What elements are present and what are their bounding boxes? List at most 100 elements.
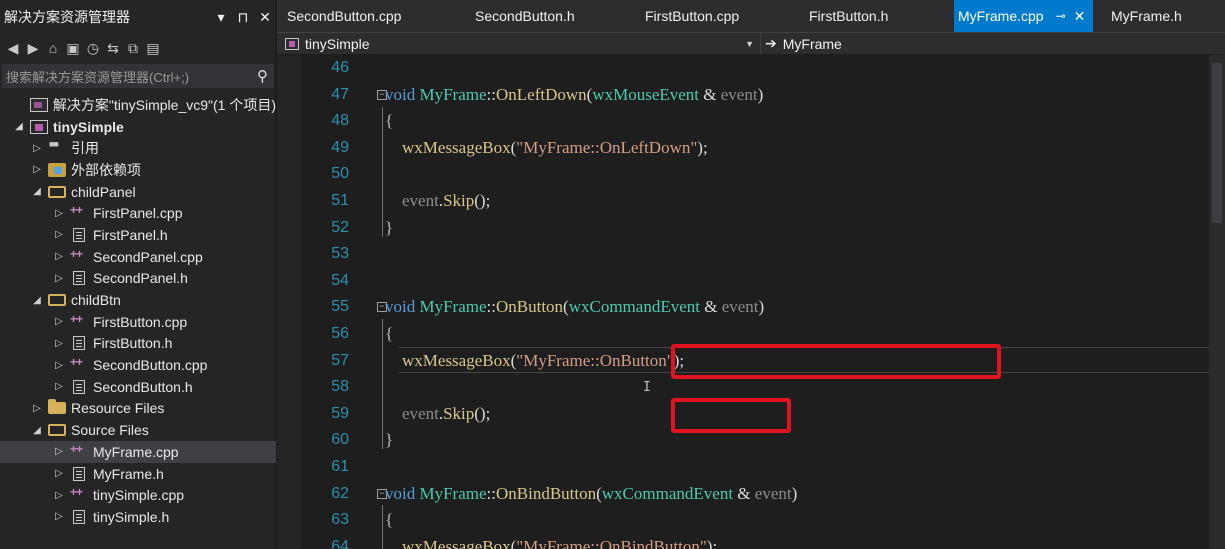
- code-text: void MyFrame::OnButton(wxCommandEvent & …: [385, 297, 764, 317]
- tree-item-label: childPanel: [71, 183, 136, 200]
- home-icon[interactable]: ⌂: [46, 40, 60, 56]
- expanded-arrow-icon[interactable]: ◢: [30, 425, 44, 436]
- tree-item[interactable]: ▷ 外部依赖项: [0, 159, 276, 181]
- tree-item[interactable]: ▷ FirstPanel.h: [0, 224, 276, 246]
- tree-item[interactable]: ▷ SecondButton.h: [0, 376, 276, 398]
- tree-item-label: SecondPanel.h: [93, 270, 188, 287]
- collapse-all-icon[interactable]: ⧉: [126, 40, 140, 57]
- line-number: 59: [331, 404, 349, 422]
- tree-item[interactable]: 解决方案"tinySimple_vc9"(1 个项目): [0, 94, 276, 116]
- code-text: {: [385, 111, 393, 131]
- collapsed-arrow-icon[interactable]: ▷: [52, 273, 66, 284]
- collapsed-arrow-icon[interactable]: ▷: [30, 164, 44, 175]
- navigation-bar: tinySimple ▼ ➔ MyFrame: [277, 32, 1225, 54]
- collapsed-arrow-icon[interactable]: ▷: [52, 468, 66, 479]
- code-text-area[interactable]: I 46 47− void MyFrame::OnLeftDown(wxMouseE…: [301, 55, 1225, 549]
- filter-folder-icon: [48, 294, 66, 307]
- code-token: OnBindButton: [495, 483, 597, 503]
- collapsed-arrow-icon[interactable]: ▷: [52, 251, 66, 262]
- code-text: void MyFrame::OnLeftDown(wxMouseEvent & …: [385, 85, 763, 105]
- scope-dropdown[interactable]: ➔ MyFrame: [765, 33, 1221, 54]
- tab-firstbutton-cpp[interactable]: FirstButton.cpp: [645, 0, 739, 32]
- pin-tab-icon[interactable]: ⊸: [1056, 9, 1066, 23]
- close-tab-icon[interactable]: ✕: [1074, 8, 1086, 25]
- tree-item[interactable]: ▷ MyFrame.h: [0, 463, 276, 485]
- tree-item[interactable]: ◢ tinySimple: [0, 116, 276, 138]
- expanded-arrow-icon[interactable]: ◢: [12, 121, 26, 132]
- auto-hide-pin-icon[interactable]: ⊓: [232, 9, 254, 26]
- tree-item-label: childBtn: [71, 292, 121, 309]
- window-position-dropdown-icon[interactable]: ▾: [210, 9, 232, 26]
- tree-item-label: 解决方案"tinySimple_vc9"(1 个项目): [52, 96, 276, 113]
- annotation-box-messagebox-call: [671, 344, 1001, 379]
- line-number: 56: [331, 325, 349, 342]
- collapsed-arrow-icon[interactable]: ▷: [52, 490, 66, 501]
- tab-firstbutton-h[interactable]: FirstButton.h: [809, 0, 888, 32]
- back-icon[interactable]: ◀: [6, 40, 20, 57]
- code-token: OnButton: [495, 297, 564, 317]
- collapsed-arrow-icon[interactable]: ▷: [52, 208, 66, 219]
- code-token: }: [385, 430, 394, 450]
- scrollbar-thumb[interactable]: [1212, 63, 1222, 223]
- tree-item[interactable]: ▷ 引用: [0, 137, 276, 159]
- tree-item[interactable]: ▷ SecondPanel.cpp: [0, 246, 276, 268]
- code-token: ): [758, 297, 765, 317]
- code-token: wxMessageBox: [402, 350, 511, 370]
- tree-item[interactable]: ▷ tinySimple.h: [0, 506, 276, 528]
- tab-myframe-h[interactable]: MyFrame.h: [1111, 0, 1182, 32]
- tree-item[interactable]: ▷ Resource Files: [0, 398, 276, 420]
- collapsed-arrow-icon[interactable]: ▷: [52, 229, 66, 240]
- expanded-arrow-icon[interactable]: ◢: [30, 186, 44, 197]
- line-number: 48: [331, 112, 349, 130]
- tree-item[interactable]: ▷ SecondPanel.h: [0, 268, 276, 290]
- tree-item-label: Resource Files: [71, 400, 165, 417]
- code-token: ::: [486, 483, 496, 503]
- tab-secondbutton-cpp[interactable]: SecondButton.cpp: [287, 0, 401, 32]
- solution-explorer-title-bar: 解决方案资源管理器 ▾ ⊓ ✕: [0, 0, 276, 34]
- close-icon[interactable]: ✕: [254, 9, 276, 26]
- vertical-scrollbar[interactable]: [1209, 55, 1225, 549]
- tree-item-label: Source Files: [71, 422, 149, 439]
- code-line: 48 {: [301, 108, 1225, 134]
- collapsed-arrow-icon[interactable]: ▷: [30, 403, 44, 414]
- code-token: wxCommandEvent: [601, 483, 734, 503]
- search-icon[interactable]: ⚲: [257, 67, 268, 85]
- properties-icon[interactable]: ▤: [146, 40, 160, 57]
- history-icon[interactable]: ◷: [86, 40, 100, 57]
- tree-item-label: 引用: [71, 140, 99, 157]
- collapsed-arrow-icon[interactable]: ▷: [52, 316, 66, 327]
- collapsed-arrow-icon[interactable]: ▷: [52, 511, 66, 522]
- code-token: MyFrame: [419, 297, 487, 317]
- collapsed-arrow-icon[interactable]: ▷: [30, 143, 44, 154]
- solution-search-input[interactable]: 搜索解决方案资源管理器(Ctrl+;) ⚲: [2, 64, 274, 88]
- line-number: 60: [331, 431, 349, 449]
- tree-item[interactable]: ▷ MyFrame.cpp: [0, 441, 276, 463]
- collapsed-arrow-icon[interactable]: ▷: [52, 446, 66, 457]
- tab-myframe-cpp[interactable]: MyFrame.cpp ⊸ ✕: [954, 0, 1094, 32]
- expanded-arrow-icon[interactable]: ◢: [30, 295, 44, 306]
- forward-icon[interactable]: ▶: [26, 40, 40, 57]
- tree-item[interactable]: ▷ SecondButton.cpp: [0, 354, 276, 376]
- tree-item[interactable]: ▷ FirstPanel.cpp: [0, 202, 276, 224]
- code-line: 53: [301, 241, 1225, 267]
- tree-item[interactable]: ◢ Source Files: [0, 419, 276, 441]
- tab-secondbutton-h[interactable]: SecondButton.h: [475, 0, 575, 32]
- code-token: event: [754, 483, 792, 503]
- collapsed-arrow-icon[interactable]: ▷: [52, 360, 66, 371]
- code-token: );: [706, 536, 718, 549]
- line-number: 53: [331, 245, 349, 263]
- tree-item[interactable]: ▷ FirstButton.cpp: [0, 311, 276, 333]
- project-dropdown[interactable]: tinySimple ▼: [285, 33, 761, 54]
- switch-views-icon[interactable]: ▣: [66, 40, 80, 57]
- tree-item[interactable]: ◢ childBtn: [0, 289, 276, 311]
- project-icon: [285, 37, 299, 50]
- line-number: 63: [331, 511, 349, 529]
- code-line: 51 event.Skip();: [301, 188, 1225, 214]
- tree-item[interactable]: ◢ childPanel: [0, 181, 276, 203]
- header-file-icon: [73, 227, 85, 242]
- tree-item[interactable]: ▷ FirstButton.h: [0, 333, 276, 355]
- tree-item[interactable]: ▷ tinySimple.cpp: [0, 484, 276, 506]
- collapsed-arrow-icon[interactable]: ▷: [52, 381, 66, 392]
- collapsed-arrow-icon[interactable]: ▷: [52, 338, 66, 349]
- sync-icon[interactable]: ⇆: [106, 40, 120, 57]
